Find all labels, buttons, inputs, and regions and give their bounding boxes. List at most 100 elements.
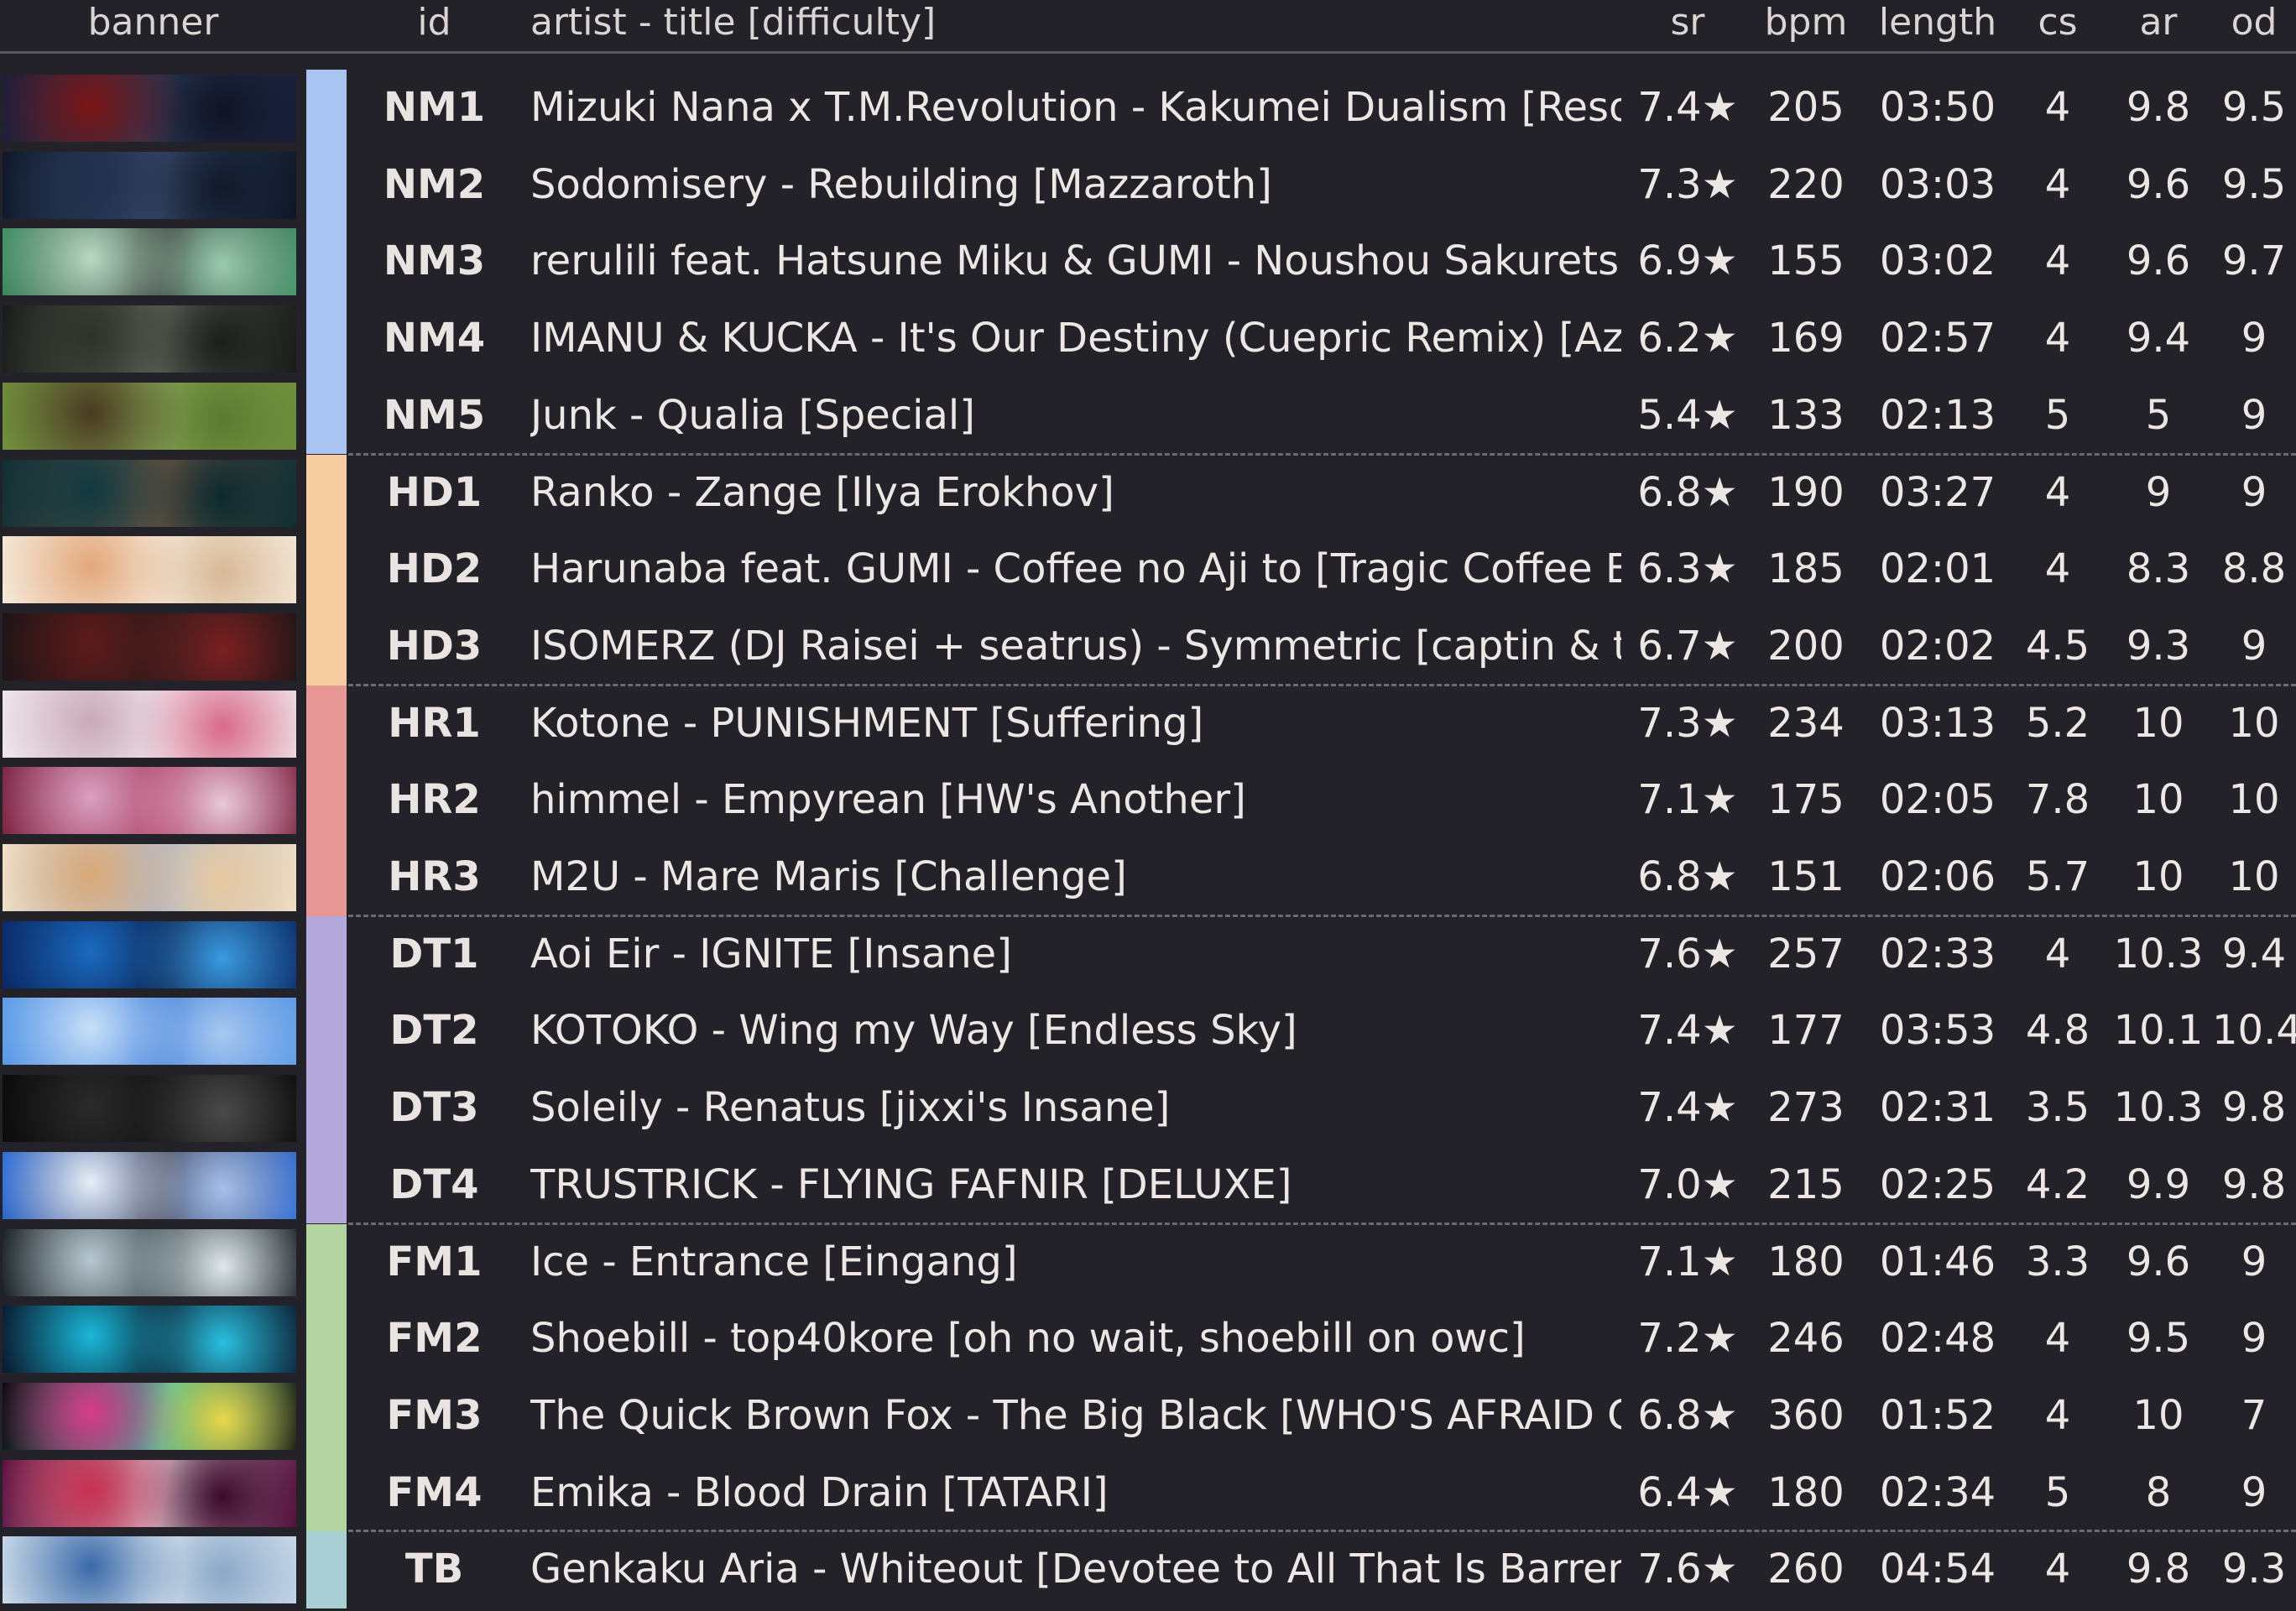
map-od: 10 xyxy=(2228,853,2280,900)
map-ar: 9.3 xyxy=(2126,622,2191,670)
mod-color-stripe xyxy=(306,146,347,224)
map-ar: 9.6 xyxy=(2126,237,2191,285)
header-length[interactable]: length xyxy=(1870,0,2006,45)
table-row[interactable]: FM2 Shoebill - top40kore [oh no wait, sho… xyxy=(0,1301,2296,1378)
map-title[interactable]: Soleily - Renatus [jixxi's Insane] xyxy=(530,1070,1621,1147)
map-length: 02:48 xyxy=(1879,1315,1996,1363)
map-length: 03:02 xyxy=(1879,237,1996,285)
table-row[interactable]: NM3 rerulili feat. Hatsune Miku & GUMI - … xyxy=(0,223,2296,301)
table-row[interactable]: DT4 TRUSTRICK - FLYING FAFNIR [DELUXE] 7.0… xyxy=(0,1146,2296,1224)
table-row[interactable]: FM4 Emika - Blood Drain [TATARI] 6.4★ 180 02… xyxy=(0,1454,2296,1532)
map-sr: 7.4★ xyxy=(1637,1007,1738,1055)
map-title[interactable]: Aoi Eir - IGNITE [Insane] xyxy=(530,916,1621,993)
map-id: NM3 xyxy=(383,237,486,285)
map-cs: 5.7 xyxy=(2025,853,2090,900)
map-length: 03:27 xyxy=(1879,468,1996,516)
map-title[interactable]: ISOMERZ (DJ Raisei + seatrus) - Symmetri… xyxy=(530,608,1621,686)
map-ar: 9.8 xyxy=(2126,1546,2191,1593)
map-id: DT4 xyxy=(389,1160,479,1208)
map-id: NM5 xyxy=(383,391,486,439)
table-row[interactable]: HR1 Kotone - PUNISHMENT [Suffering] 7.3★ 23… xyxy=(0,685,2296,763)
beatmap-banner-image xyxy=(3,998,296,1066)
map-od: 9.5 xyxy=(2221,160,2287,208)
beatmap-banner-image xyxy=(3,1075,296,1143)
map-id: NM2 xyxy=(383,160,486,208)
map-title[interactable]: Junk - Qualia [Special] xyxy=(530,378,1621,455)
map-sr: 6.2★ xyxy=(1637,315,1738,362)
table-row[interactable]: HD3 ISOMERZ (DJ Raisei + seatrus) - Symme… xyxy=(0,607,2296,686)
table-row[interactable]: DT1 Aoi Eir - IGNITE [Insane] 7.6★ 257 02:33… xyxy=(0,915,2296,993)
map-bpm: 180 xyxy=(1767,1468,1845,1516)
table-row[interactable]: NM4 IMANU & KUCKA - It's Our Destiny (Cue… xyxy=(0,300,2296,378)
map-title[interactable]: Ice - Entrance [Eingang] xyxy=(530,1224,1621,1301)
mappool-table: banner id artist - title [difficulty] sr… xyxy=(0,0,2296,1611)
map-sr: 7.1★ xyxy=(1637,1238,1738,1285)
header-title[interactable]: artist - title [difficulty] xyxy=(530,0,1579,45)
header-od[interactable]: od xyxy=(2212,0,2296,45)
map-title[interactable]: rerulili feat. Hatsune Miku & GUMI - Nou… xyxy=(530,223,1621,300)
map-sr: 6.8★ xyxy=(1637,468,1738,516)
table-row[interactable]: DT3 Soleily - Renatus [jixxi's Insane] 7.4… xyxy=(0,1070,2296,1147)
table-row[interactable]: NM1 Mizuki Nana x T.M.Revolution - Kakume… xyxy=(0,70,2296,147)
table-row[interactable]: HD1 Ranko - Zange [Ilya Erokhov] 6.8★ 190 03… xyxy=(0,454,2296,532)
map-id: DT1 xyxy=(389,930,479,978)
map-title[interactable]: IMANU & KUCKA - It's Our Destiny (Cuepri… xyxy=(530,300,1621,378)
map-cs: 4 xyxy=(2044,468,2071,516)
mod-color-stripe xyxy=(306,300,347,378)
map-title[interactable]: Emika - Blood Drain [TATARI] xyxy=(530,1455,1621,1532)
table-row[interactable]: HD2 Harunaba feat. GUMI - Coffee no Aji t… xyxy=(0,531,2296,608)
header-ar[interactable]: ar xyxy=(2108,0,2209,45)
table-row[interactable]: HR2 himmel - Empyrean [HW's Another] 7.1★ 1… xyxy=(0,762,2296,839)
map-title[interactable]: Sodomisery - Rebuilding [Mazzaroth] xyxy=(530,147,1621,224)
table-row[interactable]: FM1 Ice - Entrance [Eingang] 7.1★ 180 01:46 3… xyxy=(0,1223,2296,1301)
map-length: 01:52 xyxy=(1879,1391,1996,1439)
map-od: 9.4 xyxy=(2221,930,2287,978)
beatmap-banner-image xyxy=(3,305,296,373)
map-title[interactable]: M2U - Mare Maris [Challenge] xyxy=(530,839,1621,916)
map-od: 9 xyxy=(2241,391,2267,439)
map-bpm: 234 xyxy=(1767,699,1845,747)
map-title[interactable]: KOTOKO - Wing my Way [Endless Sky] xyxy=(530,993,1621,1070)
map-cs: 4.8 xyxy=(2025,1007,2090,1055)
map-title[interactable]: Shoebill - top40kore [oh no wait, shoebi… xyxy=(530,1301,1621,1378)
map-sr: 6.8★ xyxy=(1637,853,1738,900)
map-id: FM4 xyxy=(386,1468,483,1516)
map-title[interactable]: Harunaba feat. GUMI - Coffee no Aji to [… xyxy=(530,531,1621,608)
map-od: 10.4 xyxy=(2212,1007,2296,1055)
header-banner[interactable]: banner xyxy=(0,0,306,45)
table-row[interactable]: FM3 The Quick Brown Fox - The Big Black [… xyxy=(0,1377,2296,1455)
beatmap-banner-image xyxy=(3,151,296,219)
map-od: 9.8 xyxy=(2221,1084,2287,1132)
table-row[interactable]: NM2 Sodomisery - Rebuilding [Mazzaroth] 7.… xyxy=(0,146,2296,224)
header-bpm[interactable]: bpm xyxy=(1756,0,1856,45)
map-title[interactable]: Genkaku Aria - Whiteout [Devotee to All … xyxy=(530,1531,1621,1608)
map-title[interactable]: himmel - Empyrean [HW's Another] xyxy=(530,762,1621,839)
table-row[interactable]: HR3 M2U - Mare Maris [Challenge] 6.8★ 151 02… xyxy=(0,839,2296,916)
table-row[interactable]: TB Genkaku Aria - Whiteout [Devotee to Al… xyxy=(0,1531,2296,1608)
map-cs: 3.3 xyxy=(2025,1238,2090,1285)
map-title[interactable]: Mizuki Nana x T.M.Revolution - Kakumei D… xyxy=(530,70,1621,147)
map-title[interactable]: Kotone - PUNISHMENT [Suffering] xyxy=(530,686,1621,763)
beatmap-banner-image xyxy=(3,228,296,296)
header-id[interactable]: id xyxy=(373,0,495,45)
map-id: NM4 xyxy=(383,315,486,362)
map-cs: 4 xyxy=(2044,1546,2071,1593)
map-bpm: 246 xyxy=(1767,1315,1845,1363)
map-title[interactable]: TRUSTRICK - FLYING FAFNIR [DELUXE] xyxy=(530,1147,1621,1224)
map-length: 03:03 xyxy=(1879,160,1996,208)
map-bpm: 177 xyxy=(1767,1007,1845,1055)
beatmap-banner-image xyxy=(3,382,296,450)
map-ar: 10.3 xyxy=(2113,1084,2204,1132)
map-title[interactable]: The Quick Brown Fox - The Big Black [WHO… xyxy=(530,1378,1621,1455)
header-sr[interactable]: sr xyxy=(1628,0,1747,45)
map-sr: 5.4★ xyxy=(1637,391,1738,439)
map-bpm: 273 xyxy=(1767,1084,1845,1132)
map-id: HD3 xyxy=(386,622,483,670)
header-cs[interactable]: cs xyxy=(2012,0,2103,45)
map-bpm: 257 xyxy=(1767,930,1845,978)
map-ar: 9.8 xyxy=(2126,84,2191,131)
table-row[interactable]: DT2 KOTOKO - Wing my Way [Endless Sky] 7.4… xyxy=(0,993,2296,1071)
map-id: TB xyxy=(404,1546,464,1593)
map-title[interactable]: Ranko - Zange [Ilya Erokhov] xyxy=(530,455,1621,532)
table-row[interactable]: NM5 Junk - Qualia [Special] 5.4★ 133 02:13 5 5… xyxy=(0,377,2296,455)
